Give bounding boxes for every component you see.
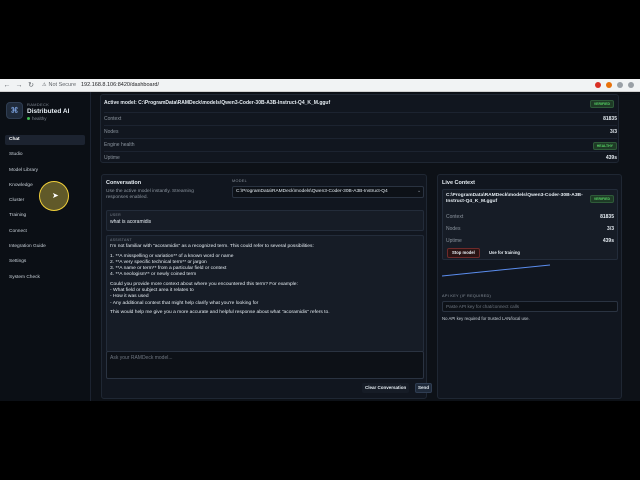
sidebar-item-settings[interactable]: Settings <box>5 257 85 267</box>
verified-badge: VERIFIED <box>589 100 614 108</box>
main-content: Active model: C:\ProgramData\RAMDeck\mod… <box>91 92 640 401</box>
live-model-path: C:\ProgramData\RAMDeck\models\Qwen3-Code… <box>446 193 583 204</box>
stat-label: Engine health <box>104 142 135 148</box>
sidebar-nav: Chat Studio Model Library Knowledge Clus… <box>5 135 85 288</box>
status-dot-icon <box>27 117 30 120</box>
stop-model-button[interactable]: Stop model <box>447 248 480 258</box>
sidebar-item-model-library[interactable]: Model Library <box>5 166 85 176</box>
stat-value: 3/3 <box>607 226 614 232</box>
sidebar-item-chat[interactable]: Chat <box>5 135 85 145</box>
assistant-message: ASSISTANT I'm not familiar with "acorami… <box>106 235 424 352</box>
sparkline-line <box>442 264 551 277</box>
healthy-badge: HEALTHY <box>592 142 617 150</box>
sidebar-item-training[interactable]: Training <box>5 211 85 221</box>
app-root: ⌘ RAMDECK Distributed AI healthy Chat St… <box>0 92 640 401</box>
stat-value: 439s <box>605 155 617 161</box>
sidebar: ⌘ RAMDECK Distributed AI healthy Chat St… <box>0 92 91 401</box>
extension-icon[interactable] <box>595 82 601 88</box>
api-key-note: No API key required for trusted LAN/loca… <box>442 316 530 321</box>
live-context-title: Live Context <box>442 180 476 186</box>
stat-label: Context <box>446 214 464 220</box>
reload-icon[interactable]: ↻ <box>26 81 36 89</box>
browser-toolbar: ← → ↻ ⚠ Not Secure 192.168.8.106:8420/da… <box>0 79 640 92</box>
brand: ⌘ RAMDECK Distributed AI healthy <box>6 102 69 121</box>
sidebar-item-integration-guide[interactable]: Integration Guide <box>5 242 85 252</box>
sidebar-item-studio[interactable]: Studio <box>5 150 85 160</box>
send-button[interactable]: Send <box>415 383 432 393</box>
model-select[interactable]: C:\ProgramData\RAMDeck\models\Qwen3-Code… <box>232 186 424 198</box>
chevron-down-icon: ⌄ <box>416 189 421 194</box>
extension-icon[interactable] <box>606 82 612 88</box>
stat-value: 439s <box>602 238 614 244</box>
sidebar-item-system-check[interactable]: System Check <box>5 273 85 283</box>
use-for-training-button[interactable]: Use for training <box>486 248 523 258</box>
active-model-card: Active model: C:\ProgramData\RAMDeck\mod… <box>100 94 619 163</box>
api-key-input[interactable]: Paste API key for chat/connect calls <box>442 301 618 312</box>
conversation-description: Use the active model instantly. Streamin… <box>106 189 194 200</box>
model-select-label: MODEL <box>232 179 248 183</box>
security-chip[interactable]: ⚠ Not Secure <box>42 82 76 88</box>
assistant-line: This would help me give you a more accur… <box>110 310 330 316</box>
stat-value: 3/3 <box>610 129 617 135</box>
brand-small: RAMDECK <box>27 102 50 107</box>
back-icon[interactable]: ← <box>2 82 12 89</box>
live-stat-uptime: Uptime 439s <box>446 238 614 244</box>
logo-icon: ⌘ <box>6 102 23 119</box>
live-model-card: C:\ProgramData\RAMDeck\models\Qwen3-Code… <box>442 189 618 260</box>
api-key-label: API KEY (IF REQUIRED) <box>442 294 492 298</box>
conversation-title: Conversation <box>106 180 142 186</box>
live-stat-context: Context 81835 <box>446 214 614 220</box>
stat-row-nodes: Nodes 3/3 <box>104 125 617 135</box>
address-bar[interactable]: 192.168.8.106:8420/dashboard/ <box>81 82 159 88</box>
warning-icon: ⚠ <box>42 82 47 88</box>
stat-label: Uptime <box>104 155 120 161</box>
stat-label: Nodes <box>104 129 119 135</box>
conversation-panel: Conversation Use the active model instan… <box>101 174 432 399</box>
activity-sparkline <box>442 264 551 277</box>
stat-value: 81835 <box>603 116 617 122</box>
extension-icon[interactable] <box>617 82 623 88</box>
stat-row-uptime: Uptime 439s <box>104 151 617 161</box>
letterbox-top <box>0 0 640 79</box>
user-message: USER what is acoramidis <box>106 210 424 231</box>
live-context-panel: Live Context C:\ProgramData\RAMDeck\mode… <box>437 174 622 399</box>
mouse-cursor-icon: ➤ <box>52 191 59 200</box>
stat-value: 81835 <box>600 214 614 220</box>
sidebar-item-connect[interactable]: Connect <box>5 227 85 237</box>
forward-icon[interactable]: → <box>14 82 24 89</box>
stat-label: Uptime <box>446 238 462 244</box>
verified-badge: VERIFIED <box>589 195 614 203</box>
model-select-value: C:\ProgramData\RAMDeck\models\Qwen3-Code… <box>236 189 388 194</box>
profile-icon[interactable] <box>628 82 634 88</box>
stat-label: Context <box>104 116 122 122</box>
status-text: healthy <box>32 116 47 121</box>
active-model-path: Active model: C:\ProgramData\RAMDeck\mod… <box>104 100 331 106</box>
letterbox-bottom <box>0 401 640 480</box>
stat-row-context: Context 81835 <box>104 112 617 122</box>
message-role: ASSISTANT <box>110 238 132 242</box>
extension-icons <box>595 82 634 88</box>
chat-input[interactable]: Ask your RAMDeck model... <box>106 351 424 379</box>
stat-label: Nodes <box>446 226 461 232</box>
clear-conversation-button[interactable]: Clear Conversation <box>362 383 410 393</box>
security-label: Not Secure <box>48 82 76 88</box>
message-text: what is acoramidis <box>110 219 152 225</box>
stat-row-engine-health: Engine health HEALTHY <box>104 138 617 150</box>
brand-title: Distributed AI <box>27 108 70 115</box>
status-indicator: healthy <box>27 116 69 121</box>
live-stat-nodes: Nodes 3/3 <box>446 226 614 232</box>
